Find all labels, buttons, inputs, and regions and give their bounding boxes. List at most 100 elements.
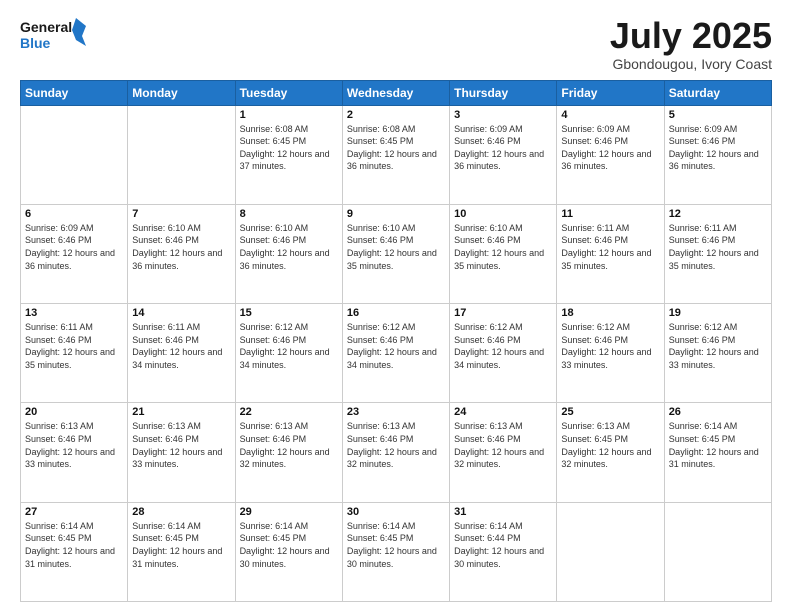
day-info: Sunrise: 6:09 AMSunset: 6:46 PMDaylight:…	[454, 123, 552, 173]
day-info: Sunrise: 6:12 AMSunset: 6:46 PMDaylight:…	[454, 321, 552, 371]
day-number: 28	[132, 506, 230, 518]
week-row: 6 Sunrise: 6:09 AMSunset: 6:46 PMDayligh…	[21, 204, 772, 303]
day-number: 4	[561, 109, 659, 121]
table-row: 11 Sunrise: 6:11 AMSunset: 6:46 PMDaylig…	[557, 204, 664, 303]
table-row	[21, 105, 128, 204]
table-row: 18 Sunrise: 6:12 AMSunset: 6:46 PMDaylig…	[557, 304, 664, 403]
table-row: 17 Sunrise: 6:12 AMSunset: 6:46 PMDaylig…	[450, 304, 557, 403]
day-number: 16	[347, 307, 445, 319]
day-number: 13	[25, 307, 123, 319]
day-number: 24	[454, 406, 552, 418]
table-row: 3 Sunrise: 6:09 AMSunset: 6:46 PMDayligh…	[450, 105, 557, 204]
day-info: Sunrise: 6:12 AMSunset: 6:46 PMDaylight:…	[240, 321, 338, 371]
day-info: Sunrise: 6:13 AMSunset: 6:46 PMDaylight:…	[454, 420, 552, 470]
day-info: Sunrise: 6:09 AMSunset: 6:46 PMDaylight:…	[25, 222, 123, 272]
table-row: 4 Sunrise: 6:09 AMSunset: 6:46 PMDayligh…	[557, 105, 664, 204]
table-row: 8 Sunrise: 6:10 AMSunset: 6:46 PMDayligh…	[235, 204, 342, 303]
day-number: 7	[132, 208, 230, 220]
day-number: 14	[132, 307, 230, 319]
table-row	[128, 105, 235, 204]
table-row	[557, 502, 664, 601]
day-info: Sunrise: 6:08 AMSunset: 6:45 PMDaylight:…	[240, 123, 338, 173]
table-row: 10 Sunrise: 6:10 AMSunset: 6:46 PMDaylig…	[450, 204, 557, 303]
day-info: Sunrise: 6:10 AMSunset: 6:46 PMDaylight:…	[347, 222, 445, 272]
day-info: Sunrise: 6:11 AMSunset: 6:46 PMDaylight:…	[669, 222, 767, 272]
day-number: 26	[669, 406, 767, 418]
calendar-table: Sunday Monday Tuesday Wednesday Thursday…	[20, 80, 772, 602]
table-row: 6 Sunrise: 6:09 AMSunset: 6:46 PMDayligh…	[21, 204, 128, 303]
day-info: Sunrise: 6:12 AMSunset: 6:46 PMDaylight:…	[561, 321, 659, 371]
day-info: Sunrise: 6:14 AMSunset: 6:45 PMDaylight:…	[347, 520, 445, 570]
week-row: 20 Sunrise: 6:13 AMSunset: 6:46 PMDaylig…	[21, 403, 772, 502]
day-info: Sunrise: 6:14 AMSunset: 6:45 PMDaylight:…	[132, 520, 230, 570]
table-row: 1 Sunrise: 6:08 AMSunset: 6:45 PMDayligh…	[235, 105, 342, 204]
day-number: 10	[454, 208, 552, 220]
col-friday: Friday	[557, 80, 664, 105]
col-wednesday: Wednesday	[342, 80, 449, 105]
day-number: 18	[561, 307, 659, 319]
logo-svg: General Blue	[20, 16, 90, 58]
day-info: Sunrise: 6:14 AMSunset: 6:45 PMDaylight:…	[240, 520, 338, 570]
day-number: 31	[454, 506, 552, 518]
table-row: 9 Sunrise: 6:10 AMSunset: 6:46 PMDayligh…	[342, 204, 449, 303]
day-info: Sunrise: 6:14 AMSunset: 6:44 PMDaylight:…	[454, 520, 552, 570]
logo: General Blue	[20, 16, 90, 58]
day-number: 20	[25, 406, 123, 418]
day-number: 9	[347, 208, 445, 220]
day-info: Sunrise: 6:09 AMSunset: 6:46 PMDaylight:…	[669, 123, 767, 173]
col-sunday: Sunday	[21, 80, 128, 105]
day-info: Sunrise: 6:13 AMSunset: 6:46 PMDaylight:…	[25, 420, 123, 470]
page: General Blue July 2025 Gbondougou, Ivory…	[0, 0, 792, 612]
table-row: 24 Sunrise: 6:13 AMSunset: 6:46 PMDaylig…	[450, 403, 557, 502]
col-thursday: Thursday	[450, 80, 557, 105]
day-info: Sunrise: 6:13 AMSunset: 6:46 PMDaylight:…	[347, 420, 445, 470]
day-number: 17	[454, 307, 552, 319]
day-info: Sunrise: 6:11 AMSunset: 6:46 PMDaylight:…	[25, 321, 123, 371]
week-row: 1 Sunrise: 6:08 AMSunset: 6:45 PMDayligh…	[21, 105, 772, 204]
table-row: 30 Sunrise: 6:14 AMSunset: 6:45 PMDaylig…	[342, 502, 449, 601]
table-row: 29 Sunrise: 6:14 AMSunset: 6:45 PMDaylig…	[235, 502, 342, 601]
day-number: 2	[347, 109, 445, 121]
day-number: 29	[240, 506, 338, 518]
day-number: 27	[25, 506, 123, 518]
day-number: 21	[132, 406, 230, 418]
day-info: Sunrise: 6:11 AMSunset: 6:46 PMDaylight:…	[132, 321, 230, 371]
table-row: 31 Sunrise: 6:14 AMSunset: 6:44 PMDaylig…	[450, 502, 557, 601]
table-row: 27 Sunrise: 6:14 AMSunset: 6:45 PMDaylig…	[21, 502, 128, 601]
table-row: 16 Sunrise: 6:12 AMSunset: 6:46 PMDaylig…	[342, 304, 449, 403]
day-info: Sunrise: 6:12 AMSunset: 6:46 PMDaylight:…	[347, 321, 445, 371]
day-info: Sunrise: 6:11 AMSunset: 6:46 PMDaylight:…	[561, 222, 659, 272]
table-row: 28 Sunrise: 6:14 AMSunset: 6:45 PMDaylig…	[128, 502, 235, 601]
day-info: Sunrise: 6:09 AMSunset: 6:46 PMDaylight:…	[561, 123, 659, 173]
day-number: 5	[669, 109, 767, 121]
day-info: Sunrise: 6:10 AMSunset: 6:46 PMDaylight:…	[240, 222, 338, 272]
table-row: 22 Sunrise: 6:13 AMSunset: 6:46 PMDaylig…	[235, 403, 342, 502]
day-number: 23	[347, 406, 445, 418]
table-row: 23 Sunrise: 6:13 AMSunset: 6:46 PMDaylig…	[342, 403, 449, 502]
day-number: 3	[454, 109, 552, 121]
day-number: 12	[669, 208, 767, 220]
day-info: Sunrise: 6:13 AMSunset: 6:46 PMDaylight:…	[132, 420, 230, 470]
table-row: 26 Sunrise: 6:14 AMSunset: 6:45 PMDaylig…	[664, 403, 771, 502]
table-row	[664, 502, 771, 601]
day-number: 1	[240, 109, 338, 121]
table-row: 20 Sunrise: 6:13 AMSunset: 6:46 PMDaylig…	[21, 403, 128, 502]
day-info: Sunrise: 6:12 AMSunset: 6:46 PMDaylight:…	[669, 321, 767, 371]
table-row: 15 Sunrise: 6:12 AMSunset: 6:46 PMDaylig…	[235, 304, 342, 403]
table-row: 19 Sunrise: 6:12 AMSunset: 6:46 PMDaylig…	[664, 304, 771, 403]
col-monday: Monday	[128, 80, 235, 105]
table-row: 2 Sunrise: 6:08 AMSunset: 6:45 PMDayligh…	[342, 105, 449, 204]
day-info: Sunrise: 6:14 AMSunset: 6:45 PMDaylight:…	[25, 520, 123, 570]
title-block: July 2025 Gbondougou, Ivory Coast	[610, 16, 772, 72]
day-info: Sunrise: 6:10 AMSunset: 6:46 PMDaylight:…	[132, 222, 230, 272]
col-saturday: Saturday	[664, 80, 771, 105]
calendar-header-row: Sunday Monday Tuesday Wednesday Thursday…	[21, 80, 772, 105]
table-row: 13 Sunrise: 6:11 AMSunset: 6:46 PMDaylig…	[21, 304, 128, 403]
day-info: Sunrise: 6:08 AMSunset: 6:45 PMDaylight:…	[347, 123, 445, 173]
day-info: Sunrise: 6:10 AMSunset: 6:46 PMDaylight:…	[454, 222, 552, 272]
week-row: 13 Sunrise: 6:11 AMSunset: 6:46 PMDaylig…	[21, 304, 772, 403]
svg-text:Blue: Blue	[20, 35, 51, 51]
location-subtitle: Gbondougou, Ivory Coast	[610, 56, 772, 72]
day-info: Sunrise: 6:13 AMSunset: 6:46 PMDaylight:…	[240, 420, 338, 470]
day-number: 19	[669, 307, 767, 319]
